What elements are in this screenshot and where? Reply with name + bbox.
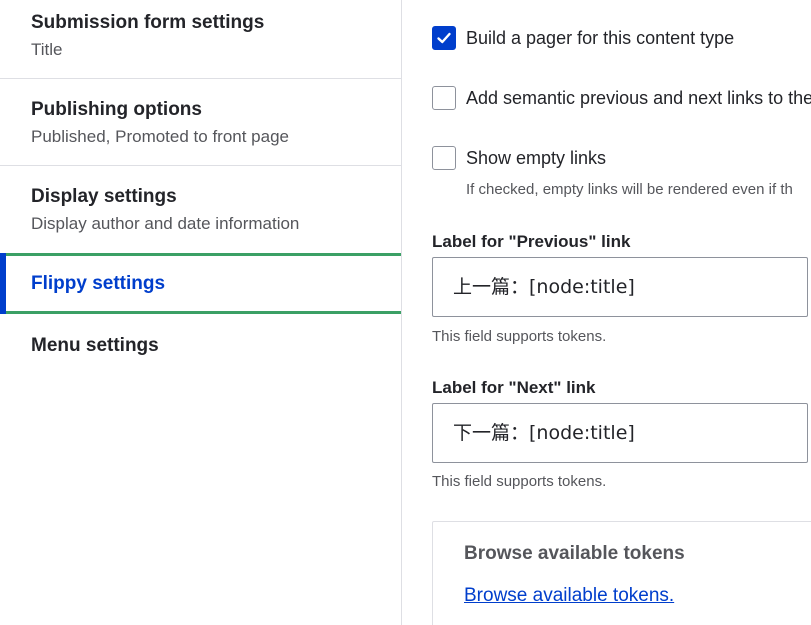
previous-link-description: This field supports tokens.	[432, 328, 607, 345]
tab-divider	[0, 78, 401, 79]
build-pager-checkbox[interactable]	[432, 26, 456, 50]
tab-publishing-options[interactable]: Publishing options Published, Promoted t…	[0, 98, 401, 148]
show-empty-links-label: Show empty links	[466, 148, 607, 168]
tab-display-settings[interactable]: Display settings Display author and date…	[0, 185, 401, 235]
tab-divider	[0, 165, 401, 166]
checkmark-icon	[437, 32, 451, 44]
semantic-links-label: Add semantic previous and next links to …	[466, 88, 811, 108]
tab-flippy-settings[interactable]: Flippy settings	[0, 253, 401, 314]
tab-summary: Title	[31, 40, 63, 59]
flippy-settings-panel: Build a pager for this content type Add …	[402, 0, 811, 625]
vertical-tabs-menu: Submission form settings Title Publishin…	[0, 0, 402, 625]
tab-summary: Published, Promoted to front page	[31, 127, 289, 146]
tab-title: Display settings	[31, 186, 177, 207]
next-link-input[interactable]: 下一篇：[node:title]	[432, 403, 808, 463]
active-tab-indicator	[0, 253, 6, 314]
tab-title: Menu settings	[31, 335, 159, 356]
show-empty-links-option[interactable]: Show empty links	[432, 146, 606, 170]
tab-summary: Display author and date information	[31, 214, 300, 233]
semantic-links-checkbox[interactable]	[432, 86, 456, 110]
show-empty-links-checkbox[interactable]	[432, 146, 456, 170]
next-link-label: Label for "Next" link	[432, 378, 596, 397]
next-link-description: This field supports tokens.	[432, 473, 607, 490]
tab-title: Flippy settings	[31, 273, 166, 294]
build-pager-option[interactable]: Build a pager for this content type	[432, 26, 734, 50]
show-empty-links-description: If checked, empty links will be rendered…	[466, 181, 793, 198]
semantic-links-option[interactable]: Add semantic previous and next links to …	[432, 86, 811, 110]
tab-title: Submission form settings	[31, 12, 265, 33]
previous-link-label: Label for "Previous" link	[432, 232, 631, 251]
browse-tokens-title: Browse available tokens	[464, 543, 685, 564]
browse-tokens-link[interactable]: Browse available tokens.	[464, 585, 674, 607]
browse-tokens-box: Browse available tokens Browse available…	[432, 521, 811, 625]
tab-title: Publishing options	[31, 99, 202, 120]
tab-menu-settings[interactable]: Menu settings	[0, 334, 401, 358]
previous-link-input[interactable]: 上一篇：[node:title]	[432, 257, 808, 317]
build-pager-label: Build a pager for this content type	[466, 28, 735, 48]
tab-submission-form-settings[interactable]: Submission form settings Title	[0, 11, 401, 61]
